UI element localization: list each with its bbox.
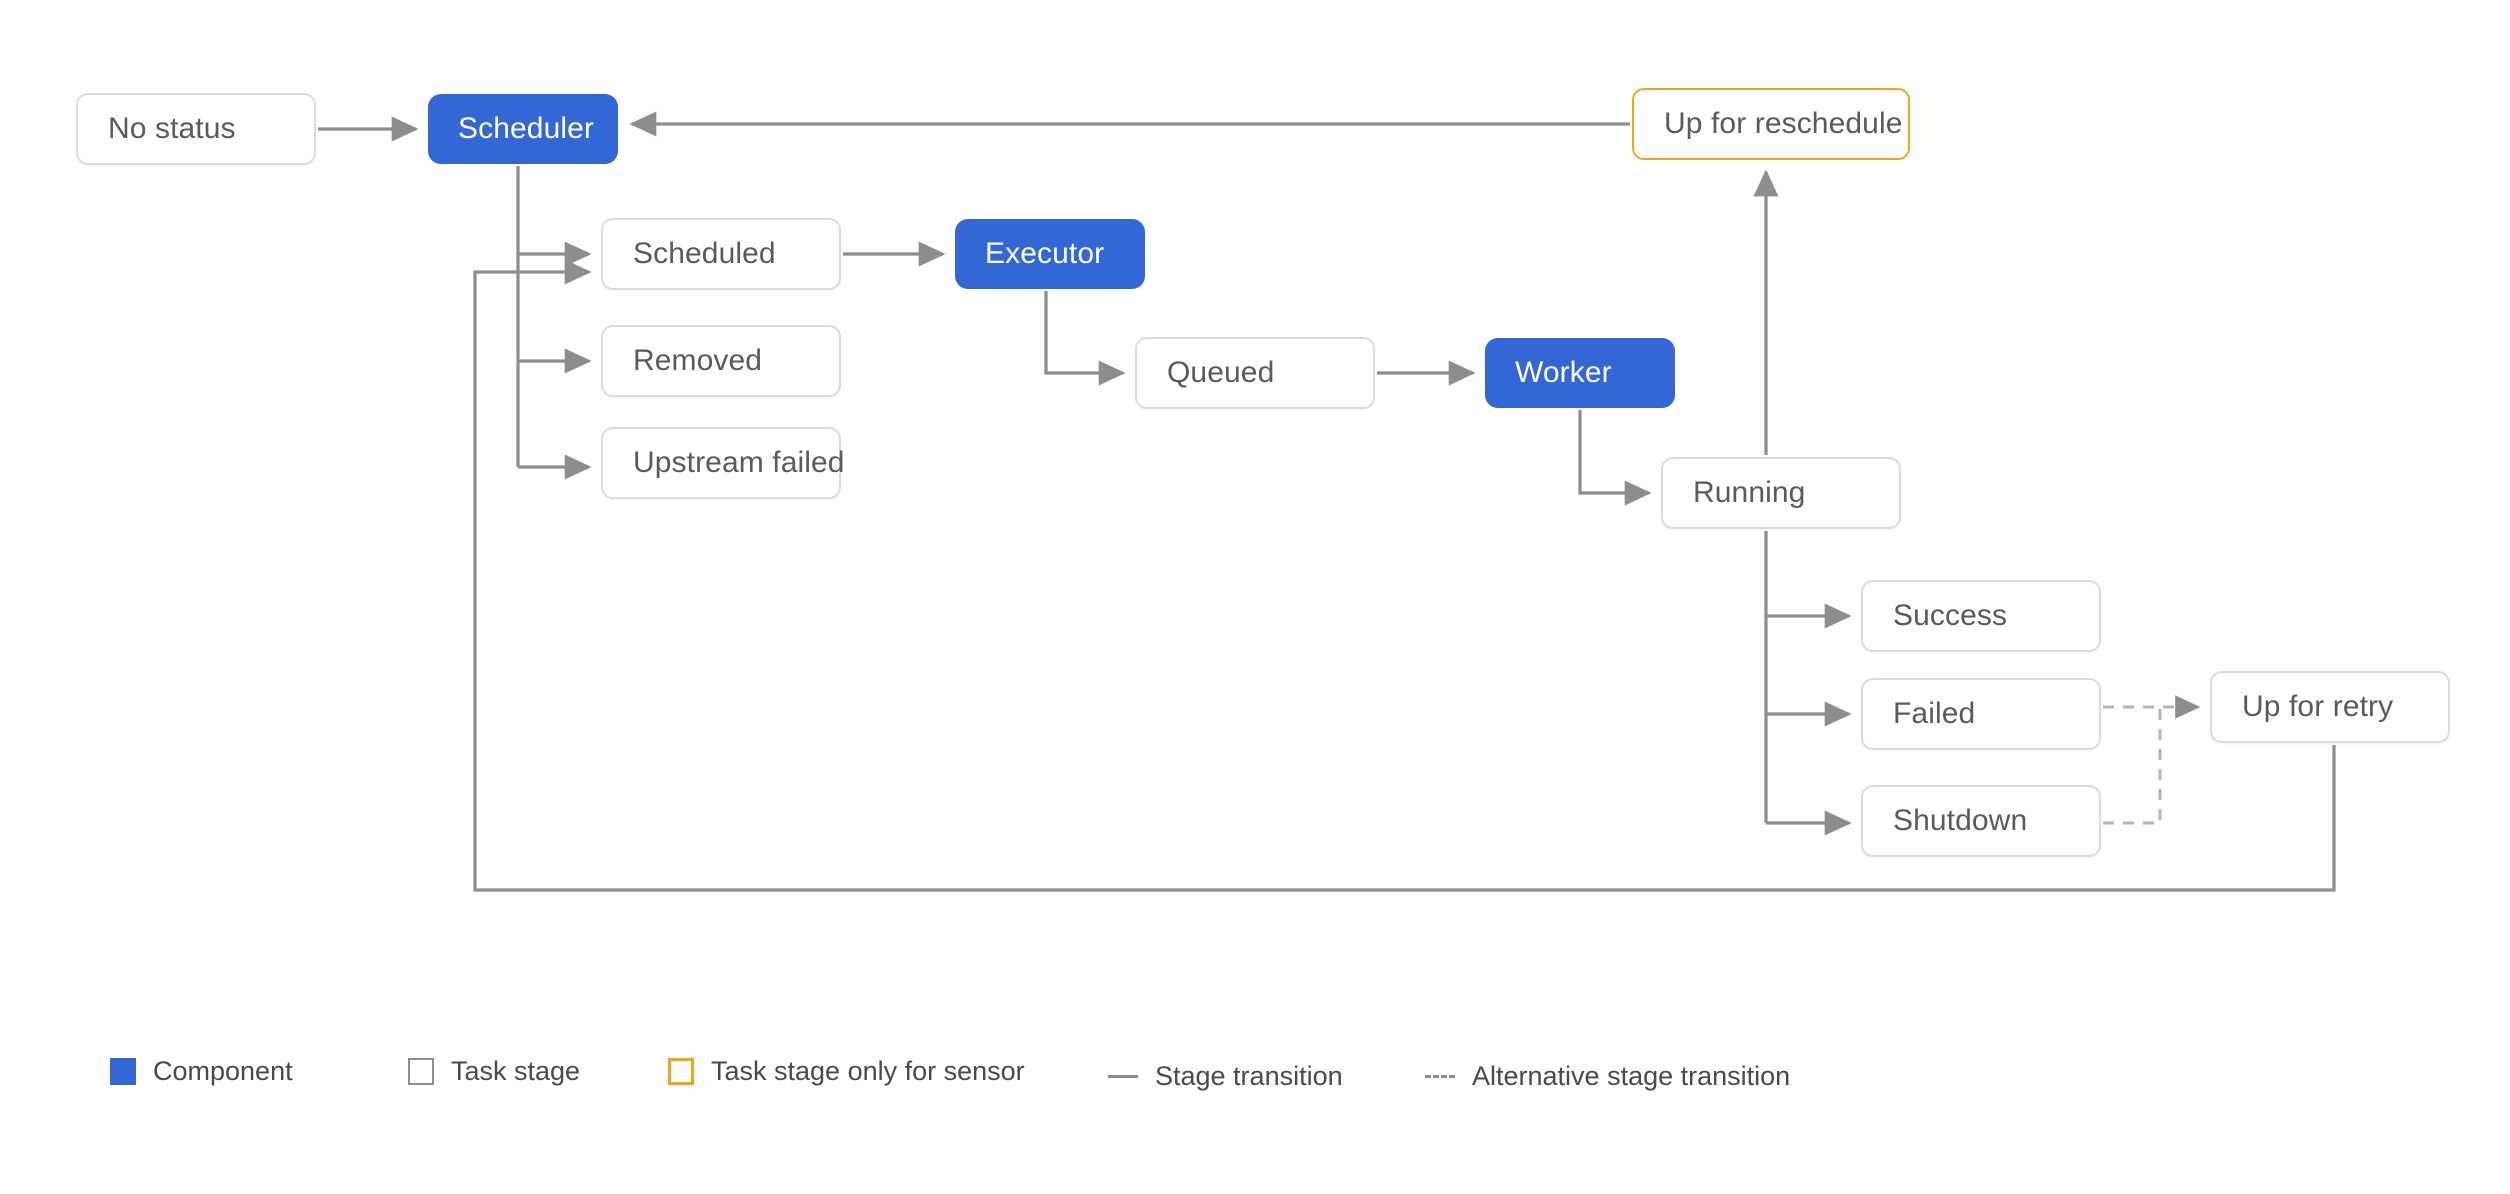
node-label: Up for retry xyxy=(2242,690,2394,723)
node-up-for-retry[interactable]: Up for retry xyxy=(2210,671,2450,743)
component-swatch-icon xyxy=(110,1058,136,1085)
node-no-status[interactable]: No status xyxy=(76,93,316,165)
dashed-line-icon xyxy=(1425,1075,1455,1078)
node-running[interactable]: Running xyxy=(1661,457,1901,529)
node-up-for-reschedule[interactable]: Up for reschedule xyxy=(1632,88,1910,160)
node-label: Removed xyxy=(633,344,763,377)
legend: Component Task stage Task stage only for… xyxy=(0,1020,2510,1110)
legend-item-stage-transition: Stage transition xyxy=(1108,1063,1343,1090)
node-label: Executor xyxy=(985,237,1105,270)
node-label: Upstream failed xyxy=(633,446,845,479)
node-label: Success xyxy=(1893,599,2008,632)
diagram-canvas: No status Scheduler Up for reschedule Sc… xyxy=(0,0,2510,1194)
solid-line-icon xyxy=(1108,1075,1138,1078)
node-label: Scheduled xyxy=(633,237,776,270)
node-label: Shutdown xyxy=(1893,804,2028,837)
legend-item-component: Component xyxy=(110,1058,293,1085)
node-label: Failed xyxy=(1893,697,1976,730)
node-removed[interactable]: Removed xyxy=(601,325,841,397)
legend-label: Task stage only for sensor xyxy=(711,1056,1025,1086)
node-worker[interactable]: Worker xyxy=(1485,338,1675,408)
edge-executor-to-queued xyxy=(1044,291,1126,386)
legend-label: Component xyxy=(153,1056,293,1086)
node-label: Queued xyxy=(1167,356,1275,389)
node-upstream-failed[interactable]: Upstream failed xyxy=(601,427,844,499)
node-label: Up for reschedule xyxy=(1664,107,1903,140)
node-success[interactable]: Success xyxy=(1861,580,2101,652)
node-label: Worker xyxy=(1515,356,1612,389)
legend-label: Stage transition xyxy=(1155,1061,1343,1091)
sensor-stage-swatch-icon xyxy=(668,1058,694,1085)
legend-label: Alternative stage transition xyxy=(1472,1061,1791,1091)
node-label: Running xyxy=(1693,476,1806,509)
edge-worker-to-running xyxy=(1578,410,1652,506)
node-executor[interactable]: Executor xyxy=(955,219,1145,289)
legend-label: Task stage xyxy=(451,1056,581,1086)
edge-shutdown-to-up-for-retry xyxy=(2103,707,2162,825)
node-queued[interactable]: Queued xyxy=(1135,337,1375,409)
edge-layer xyxy=(318,111,2336,892)
legend-item-sensor-stage: Task stage only for sensor xyxy=(668,1058,1025,1085)
node-scheduler[interactable]: Scheduler xyxy=(428,94,618,164)
legend-item-task-stage: Task stage xyxy=(408,1058,580,1085)
node-scheduled[interactable]: Scheduled xyxy=(601,218,841,290)
node-label: Scheduler xyxy=(458,112,594,145)
node-label: No status xyxy=(108,112,236,145)
node-shutdown[interactable]: Shutdown xyxy=(1861,785,2101,857)
legend-item-alternative-stage-transition: Alternative stage transition xyxy=(1425,1063,1790,1090)
node-failed[interactable]: Failed xyxy=(1861,678,2101,750)
task-stage-swatch-icon xyxy=(408,1058,434,1085)
